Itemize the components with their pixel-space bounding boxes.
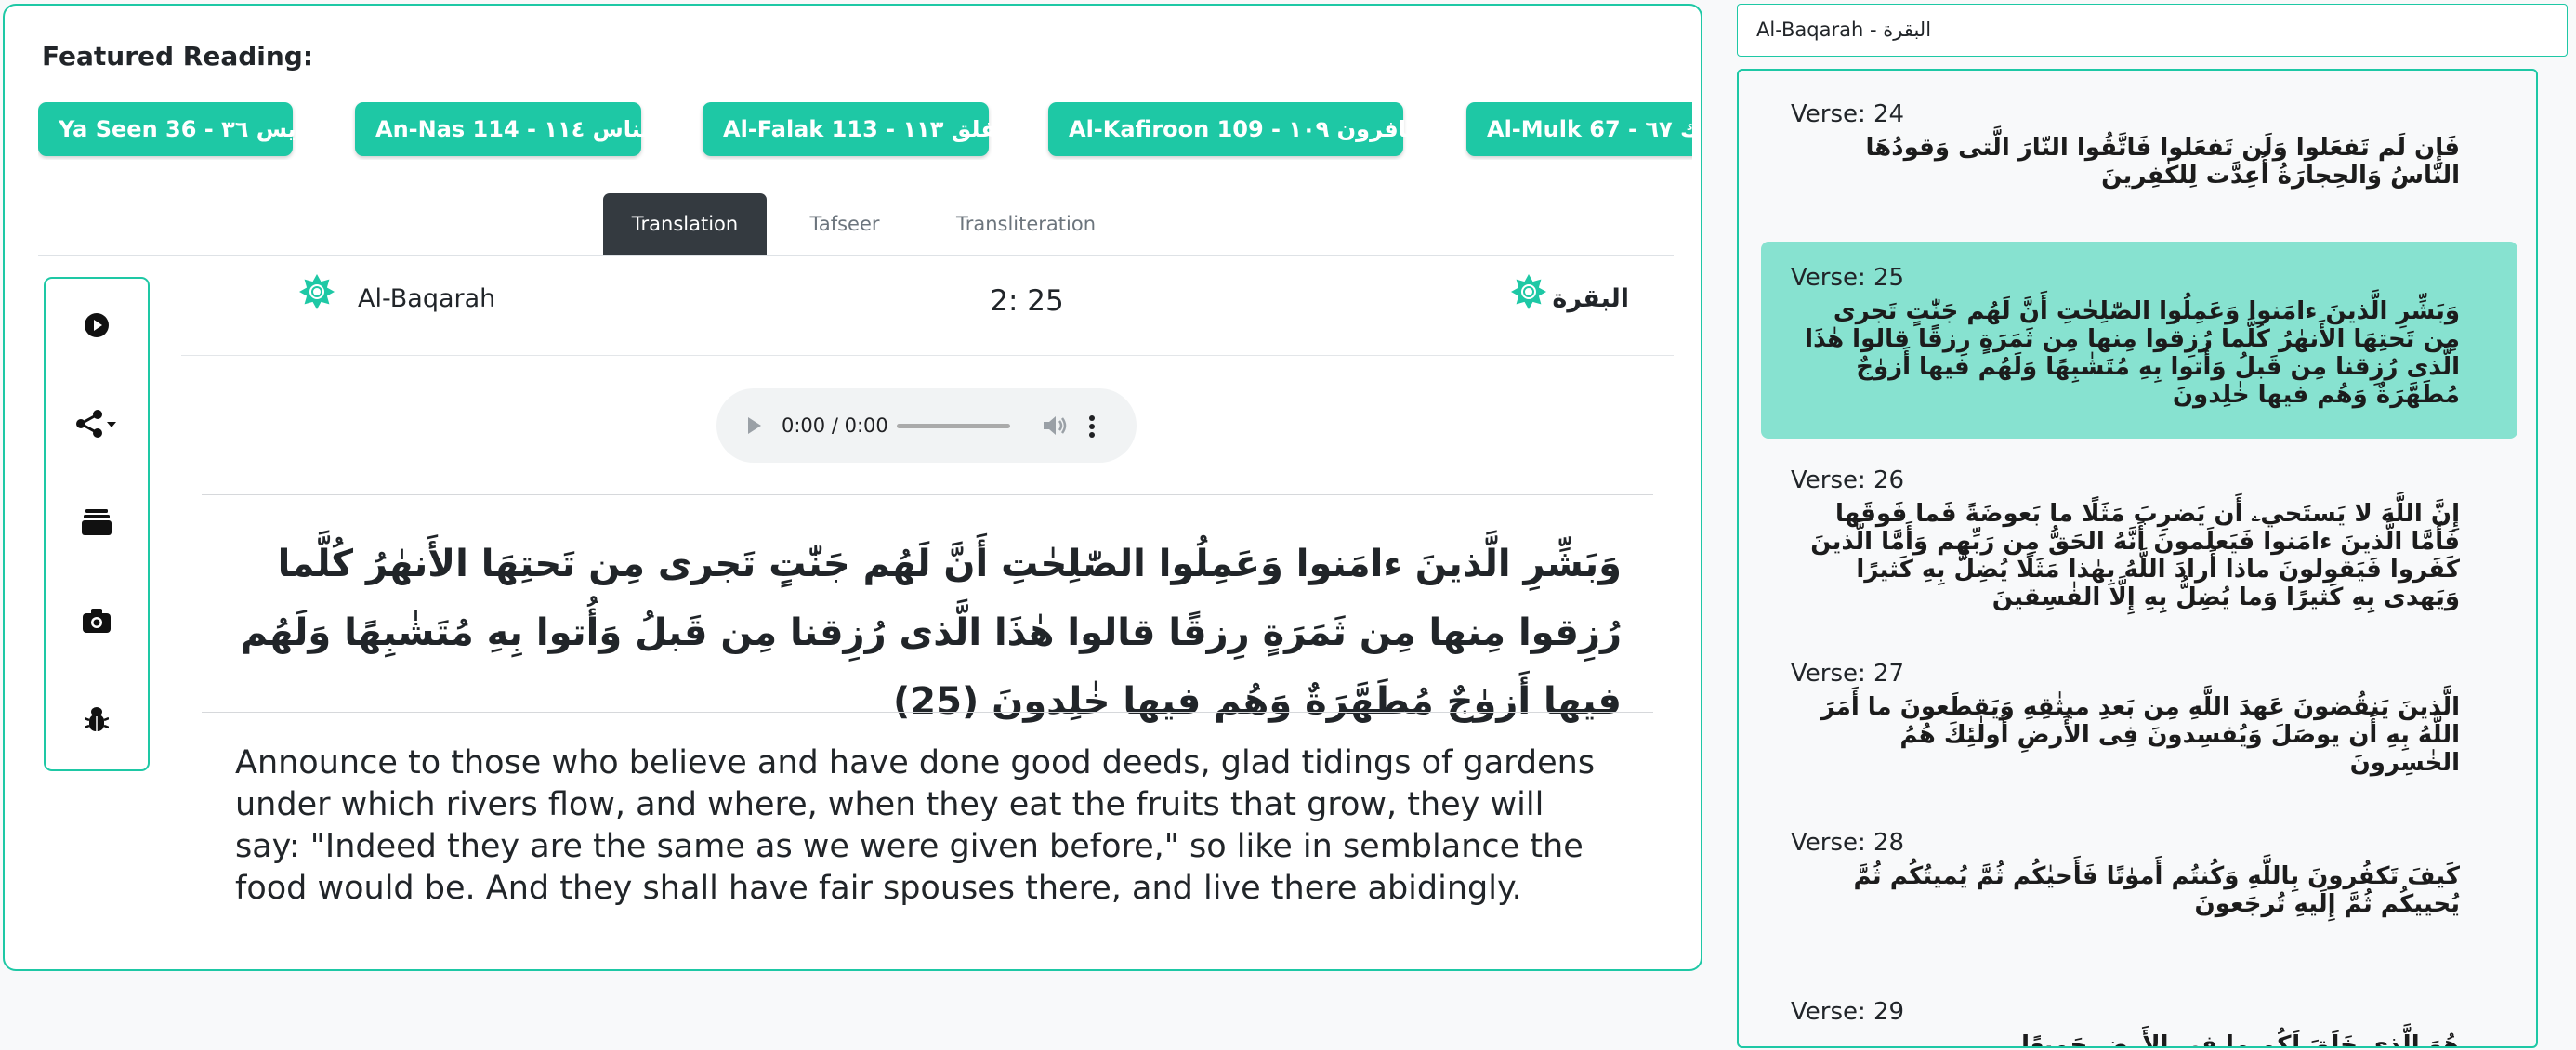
verse-list-item-24[interactable]: Verse: 24 فَإِن لَم تَفعَلوا وَلَن تَفعَ… (1761, 78, 2517, 234)
content-tabs: Translation Tafseer Transliteration (38, 193, 1674, 256)
chip-an-nas[interactable]: An-Nas 114 - الناس ١١٤ (355, 102, 657, 156)
featured-chips: Ya Seen 36 - يس ٣٦ An-Nas 114 - الناس ١١… (38, 102, 1692, 160)
bookmark-stack-icon (82, 509, 112, 535)
audio-progress-bar[interactable] (897, 424, 1010, 428)
verse-list-number: Verse: 28 (1791, 829, 1905, 857)
surah-name-english: Al-Baqarah (358, 284, 496, 313)
share-button[interactable] (46, 405, 148, 442)
verse-list-number: Verse: 29 (1791, 998, 1905, 1026)
tab-translation[interactable]: Translation (603, 193, 767, 255)
volume-icon[interactable] (1042, 414, 1068, 437)
divider-top (202, 494, 1653, 495)
verse-list-number: Verse: 24 (1791, 100, 1905, 128)
surah-select[interactable]: Al-Baqarah - البقرة (1737, 4, 2568, 57)
chip-al-mulk[interactable]: Al-Mulk 67 - الملك ٦٧ (1466, 102, 1692, 156)
more-options-icon[interactable] (1088, 414, 1096, 439)
verse-list-item-29[interactable]: Verse: 29 هُوَ الَّذى خَلَقَ لَكُم ما فِ… (1761, 976, 2517, 1048)
featured-reading-title: Featured Reading: (42, 41, 314, 72)
verse-list-arabic: إِنَّ اللَّهَ لا يَستَحيۦ أَن يَضرِبَ مَ… (1810, 500, 2460, 611)
verse-header: Al-Baqarah 2: 25 البقرة (181, 262, 1674, 356)
camera-icon (83, 609, 111, 633)
divider-bottom (202, 712, 1653, 713)
verse-list-arabic: هُوَ الَّذى خَلَقَ لَكُم ما فِى الأَرضِ … (2021, 1031, 2460, 1048)
audio-time: 0:00 / 0:00 (782, 414, 888, 437)
verse-list-item-25[interactable]: Verse: 25 وَبَشِّرِ الَّذينَ ءامَنوا وَع… (1761, 242, 2517, 439)
verse-toolbar (44, 277, 150, 771)
tab-transliteration[interactable]: Transliteration (930, 193, 1122, 255)
verse-list-arabic: كَيفَ تَكفُرونَ بِاللَّهِ وَكُنتُم أَموٰ… (1853, 862, 2460, 918)
play-button[interactable] (46, 307, 148, 344)
screenshot-button[interactable] (46, 602, 148, 639)
verse-star-icon (299, 274, 335, 309)
verse-arabic-text: وَبَشِّرِ الَّذينَ ءامَنوا وَعَمِلُوا ال… (240, 543, 1622, 723)
share-icon (76, 410, 116, 438)
play-icon (85, 313, 109, 337)
verse-list-item-27[interactable]: Verse: 27 الَّذينَ يَنقُضونَ عَهدَ اللَّ… (1761, 637, 2517, 795)
verse-translation-text: Announce to those who believe and have d… (235, 744, 1596, 907)
bookmark-button[interactable] (46, 504, 148, 541)
verse-list-arabic: الَّذينَ يَنقُضونَ عَهدَ اللَّهِ مِن بَع… (1820, 693, 2460, 777)
verse-list-arabic: وَبَشِّرِ الَّذينَ ءامَنوا وَعَمِلُوا ال… (1805, 297, 2460, 409)
verse-list-panel[interactable]: Verse: 24 فَإِن لَم تَفعَلوا وَلَن تَفعَ… (1737, 69, 2538, 1048)
verse-list-item-28[interactable]: Verse: 28 كَيفَ تَكفُرونَ بِاللَّهِ وَكُ… (1761, 807, 2517, 965)
chip-al-falak[interactable]: Al-Falak 113 - الفلق ١١٣ (703, 102, 1013, 156)
verse-list-number: Verse: 25 (1791, 264, 1905, 292)
audio-play-icon[interactable] (746, 416, 763, 435)
verse-reference: 2: 25 (990, 284, 1064, 318)
bug-icon (85, 707, 109, 731)
verse-list-item-26[interactable]: Verse: 26 إِنَّ اللَّهَ لا يَستَحيۦ أَن … (1761, 444, 2517, 626)
verse-list-number: Verse: 27 (1791, 660, 1905, 688)
verse-star-icon-right (1511, 274, 1546, 309)
chip-ya-seen[interactable]: Ya Seen 36 - يس ٣٦ (38, 102, 296, 156)
tab-tafseer[interactable]: Tafseer (782, 193, 908, 255)
main-card: Featured Reading: Ya Seen 36 - يس ٣٦ An-… (3, 4, 1702, 971)
chip-al-kafiroon[interactable]: Al-Kafiroon 109 - الكافرون ١٠٩ (1048, 102, 1436, 156)
report-bug-button[interactable] (46, 701, 148, 738)
verse-list-arabic: فَإِن لَم تَفعَلوا وَلَن تَفعَلوا فَاتَّ… (1865, 134, 2460, 190)
verse-list-number: Verse: 26 (1791, 466, 1905, 494)
audio-player: 0:00 / 0:00 (716, 388, 1137, 463)
